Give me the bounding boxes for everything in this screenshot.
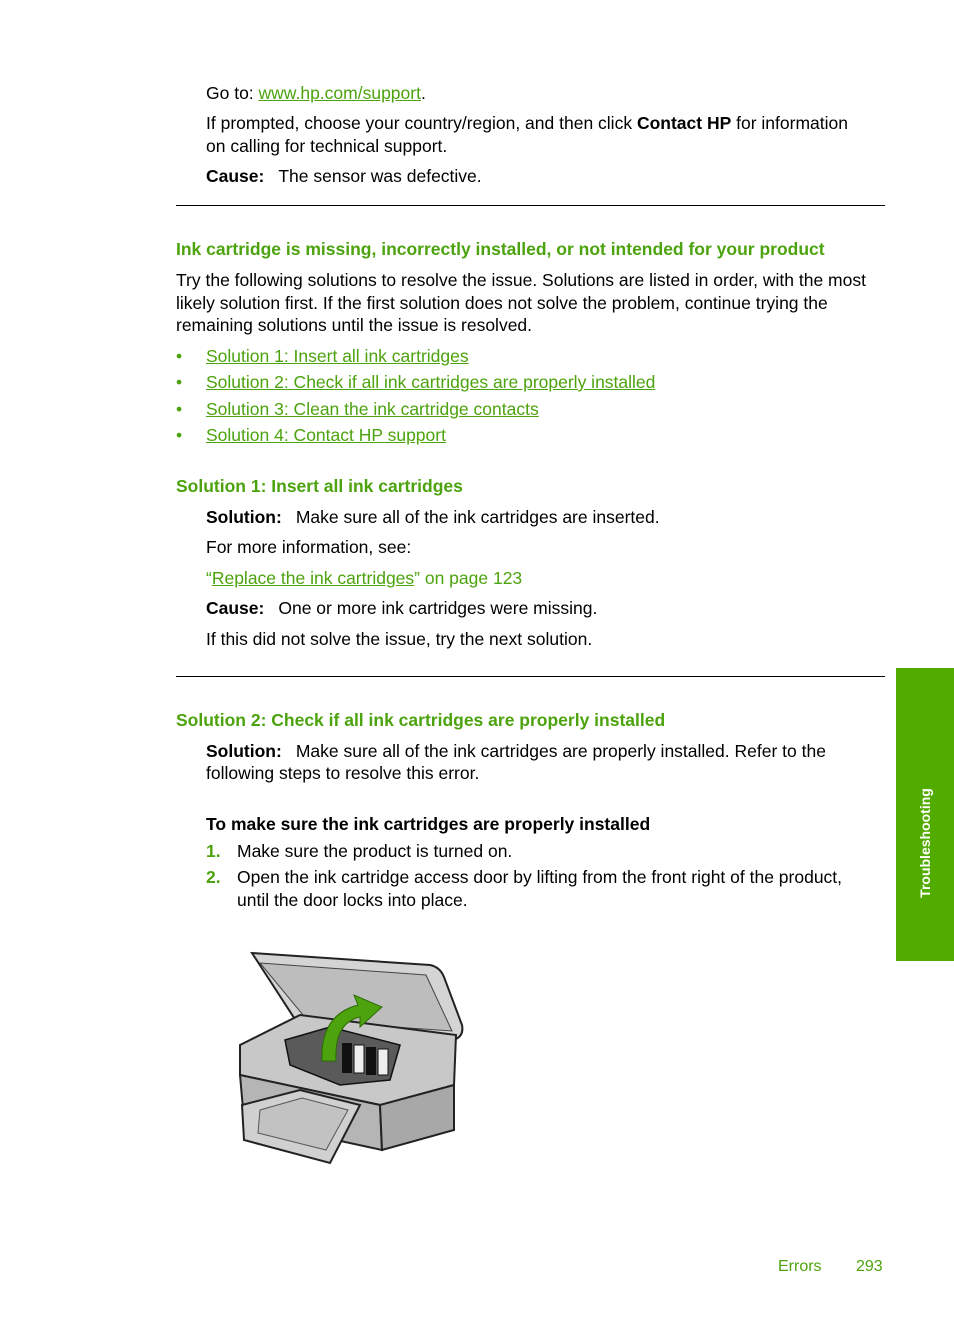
goto-prefix: Go to: — [206, 83, 259, 103]
top-cause: Cause: The sensor was defective. — [206, 166, 482, 187]
solution1-cause: Cause: One or more ink cartridges were mi… — [206, 598, 597, 619]
solution-label: Solution: — [206, 741, 282, 761]
goto-line: Go to: www.hp.com/support. — [206, 83, 426, 104]
bullet-icon: • — [176, 346, 183, 366]
intro-line-1: Try the following solutions to resolve t… — [176, 270, 866, 290]
bullet-icon: • — [176, 399, 183, 419]
replace-cartridges-link[interactable]: Replace the ink cartridges — [212, 568, 414, 588]
intro-line-2: likely solution first. If the first solu… — [176, 293, 828, 313]
solution-link-3[interactable]: Solution 3: Clean the ink cartridge cont… — [206, 399, 539, 420]
solution-link-2[interactable]: Solution 2: Check if all ink cartridges … — [206, 372, 655, 393]
solution-link-4[interactable]: Solution 4: Contact HP support — [206, 425, 446, 446]
solution2-heading: Solution 2: Check if all ink cartridges … — [176, 710, 666, 730]
tab-label: Troubleshooting — [917, 787, 933, 898]
divider — [176, 676, 885, 677]
solution-text: Make sure all of the ink cartridges are … — [295, 741, 826, 761]
cross-reference: “Replace the ink cartridges” on page 123 — [206, 568, 522, 589]
solution-label: Solution: — [206, 507, 282, 527]
next-solution-note: If this did not solve the issue, try the… — [206, 629, 593, 649]
solution1-heading: Solution 1: Insert all ink cartridges — [176, 476, 463, 496]
prompt-text-b: for information — [731, 113, 848, 133]
hp-support-link[interactable]: www.hp.com/support — [259, 83, 421, 103]
solution-link-1[interactable]: Solution 1: Insert all ink cartridges — [206, 346, 469, 367]
troubleshooting-tab: Troubleshooting — [896, 668, 954, 961]
page-reference: ” on page 123 — [414, 568, 523, 588]
prompt-line-2: on calling for technical support. — [206, 136, 448, 156]
cause-text: The sensor was defective. — [278, 166, 482, 186]
section-heading: Ink cartridge is missing, incorrectly in… — [176, 239, 825, 259]
printer-illustration — [238, 951, 464, 1165]
step-2-text: Open the ink cartridge access door by li… — [237, 867, 843, 887]
goto-suffix: . — [420, 83, 426, 103]
bullet-icon: • — [176, 372, 183, 392]
prompt-text-a: If prompted, choose your country/region,… — [206, 113, 637, 133]
step-1-text: Make sure the product is turned on. — [237, 841, 513, 861]
intro-line-3: remaining solutions until the issue is r… — [176, 315, 533, 335]
bullet-icon: • — [176, 425, 183, 445]
cause-text: One or more ink cartridges were missing. — [278, 598, 598, 618]
page-number: 293 — [856, 1258, 883, 1275]
divider — [176, 205, 885, 206]
step-2-text-cont: until the door locks into place. — [237, 890, 468, 910]
solution2-solution-cont: following steps to resolve this error. — [206, 763, 480, 783]
cause-label: Cause: — [206, 598, 265, 618]
prompt-line-1: If prompted, choose your country/region,… — [206, 113, 848, 134]
footer-section: Errors — [778, 1258, 822, 1275]
step-number: 1. — [206, 841, 221, 861]
contact-hp-label: Contact HP — [636, 113, 732, 133]
procedure-title: To make sure the ink cartridges are prop… — [206, 814, 651, 834]
solution1-solution: Solution: Make sure all of the ink cartri… — [206, 507, 660, 528]
solution2-solution: Solution: Make sure all of the ink cartri… — [206, 741, 826, 762]
solution-text: Make sure all of the ink cartridges are … — [295, 507, 660, 527]
cause-label: Cause: — [206, 166, 265, 186]
more-info: For more information, see: — [206, 537, 412, 557]
step-number: 2. — [206, 867, 221, 887]
